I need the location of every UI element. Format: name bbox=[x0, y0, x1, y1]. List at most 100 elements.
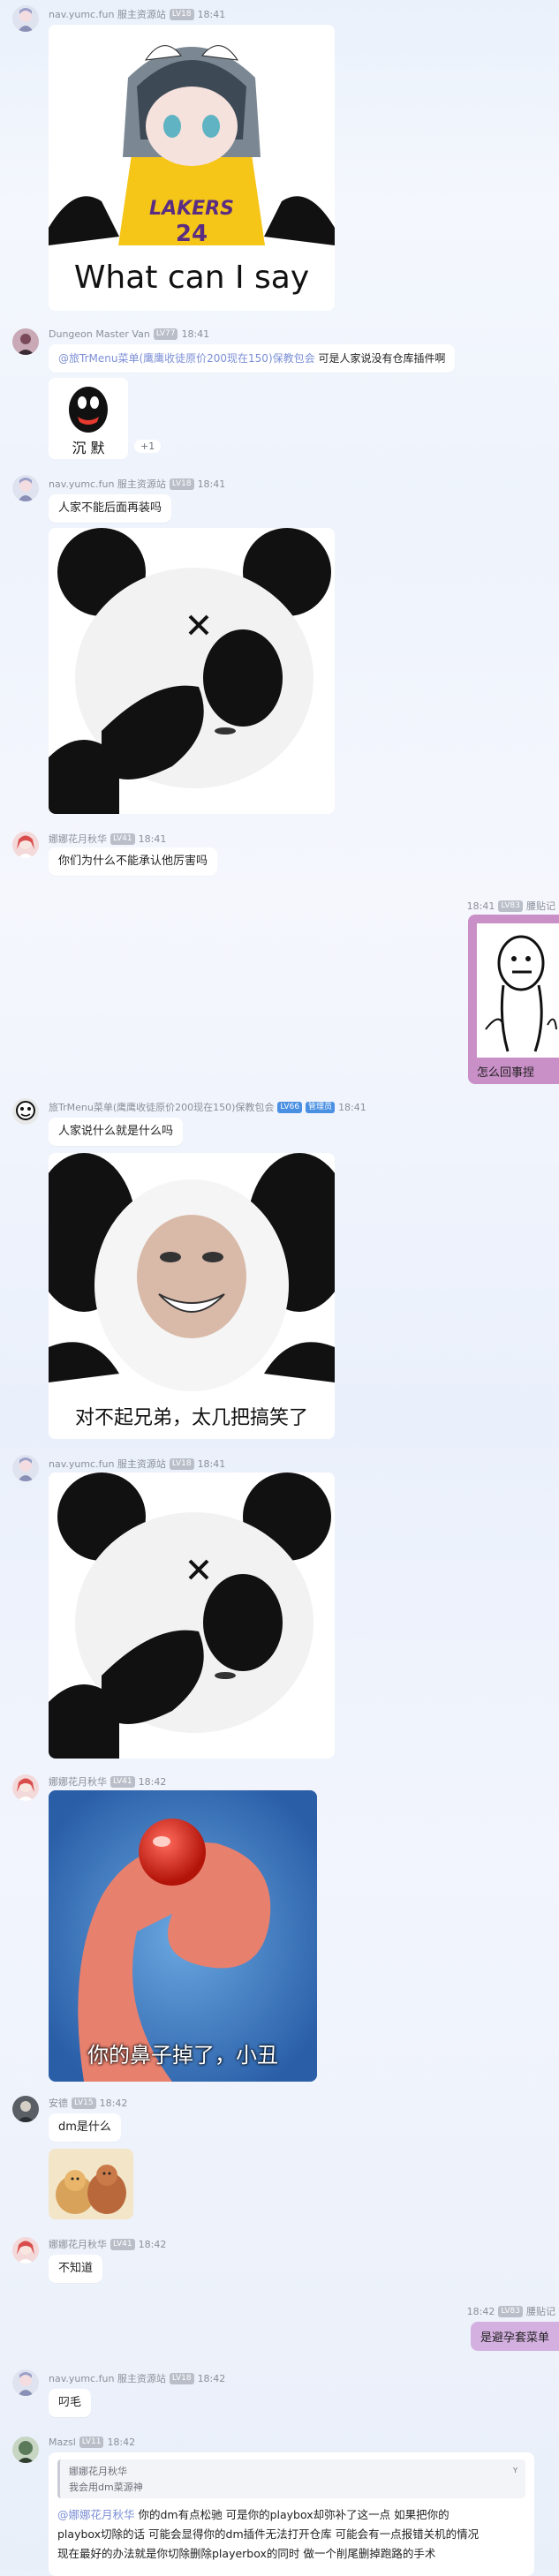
timestamp: 18:42 bbox=[107, 2437, 136, 2448]
message-text: 是避孕套菜单 bbox=[480, 2331, 549, 2345]
level-badge: LV83 bbox=[498, 900, 523, 912]
clown-nose-meme-image[interactable]: 你的鼻子掉了，小丑 bbox=[49, 1790, 317, 2082]
timestamp: 18:41 bbox=[138, 832, 167, 845]
message-text-line-3: 现在最好的办法就是你切除删除playerbox的同时 做一个削尾删掉跑路的手术 bbox=[57, 2547, 436, 2560]
timestamp: 18:41 bbox=[197, 478, 226, 490]
timestamp: 18:42 bbox=[466, 2305, 495, 2317]
avatar[interactable] bbox=[12, 1098, 39, 1125]
avatar[interactable] bbox=[12, 2369, 39, 2396]
sender-name[interactable]: nav.yumc.fun 服主资源站 bbox=[49, 7, 166, 21]
reply-bubble[interactable]: 娜娜花月秋华 我会用dm菜源神 ʏ @娜娜花月秋华 你的dm有点松驰 可是你的p… bbox=[49, 2452, 534, 2576]
text-bubble[interactable]: dm是什么 bbox=[49, 2113, 121, 2142]
image-message[interactable]: LAKERS 24 What can I say bbox=[49, 25, 335, 311]
sender-name[interactable]: nav.yumc.fun 服主资源站 bbox=[49, 1457, 166, 1471]
avatar[interactable] bbox=[12, 2437, 39, 2463]
message-text: 人家不能后面再装吗 bbox=[58, 501, 162, 515]
self-image-message[interactable]: 怎么回事捏 bbox=[468, 915, 559, 1084]
reply-text: @娜娜花月秋华 你的dm有点松驰 可是你的playbox却弥补了这一点 如果把你… bbox=[57, 2505, 525, 2564]
timestamp: 18:41 bbox=[338, 1101, 366, 1113]
level-badge: LV41 bbox=[110, 1775, 135, 1788]
timestamp: 18:42 bbox=[197, 2372, 226, 2384]
image-caption: 你的鼻子掉了，小丑 bbox=[87, 2043, 278, 2068]
sender-meta: nav.yumc.fun 服主资源站 LV18 18:41 bbox=[49, 7, 225, 21]
avatar[interactable] bbox=[12, 475, 39, 501]
sticker-message[interactable]: 沉 默 bbox=[49, 378, 128, 459]
avatar[interactable] bbox=[12, 2237, 39, 2263]
sender-meta: 娜娜花月秋华 LV41 18:42 bbox=[49, 2237, 166, 2251]
lakers-logo-text: LAKERS bbox=[149, 198, 234, 220]
timestamp: 18:41 bbox=[197, 8, 226, 20]
message-text: 人家说什么就是什么吗 bbox=[58, 1125, 174, 1138]
admin-badge: 管理员 bbox=[306, 1101, 336, 1113]
message-text-line-1: 你的dm有点松驰 可是你的playbox却弥补了这一点 如果把你的 bbox=[134, 2508, 449, 2521]
sender-meta: 娜娜花月秋华 LV41 18:42 bbox=[49, 1774, 166, 1789]
panda-face-meme-image[interactable]: 对不起兄弟，太几把搞笑了 bbox=[49, 1153, 335, 1439]
level-badge: LV18 bbox=[169, 2372, 194, 2384]
message-text: dm是什么 bbox=[58, 2120, 111, 2134]
sender-meta: nav.yumc.fun 服主资源站 LV18 18:42 bbox=[49, 2371, 225, 2385]
message-text: 不知道 bbox=[58, 2262, 94, 2275]
sender-name[interactable]: nav.yumc.fun 服主资源站 bbox=[49, 477, 166, 491]
sender-name[interactable]: 娜娜花月秋华 bbox=[49, 1774, 107, 1789]
text-bubble[interactable]: 你们为什么不能承认他厉害吗 bbox=[49, 847, 218, 876]
sender-name[interactable]: 娜娜花月秋华 bbox=[49, 2237, 107, 2251]
panda-meme-image[interactable] bbox=[49, 528, 335, 814]
avatar[interactable] bbox=[12, 328, 39, 355]
level-badge: LV18 bbox=[169, 8, 194, 20]
sender-name[interactable]: Mazsl bbox=[49, 2437, 76, 2448]
collapse-icon[interactable]: ʏ bbox=[512, 2464, 518, 2475]
message-text: 你们为什么不能承认他厉害吗 bbox=[58, 855, 208, 868]
reaction-count[interactable]: +1 bbox=[134, 440, 162, 453]
text-bubble[interactable]: 人家不能后面再装吗 bbox=[49, 494, 172, 523]
level-badge: LV15 bbox=[72, 2097, 96, 2109]
level-badge: LV41 bbox=[110, 2238, 135, 2250]
level-badge: LV66 bbox=[277, 1101, 303, 1113]
avatar[interactable] bbox=[12, 2096, 39, 2122]
image-caption: 怎么回事捏 bbox=[477, 1066, 535, 1080]
sender-name[interactable]: nav.yumc.fun 服主资源站 bbox=[49, 2371, 166, 2385]
avatar[interactable] bbox=[12, 1774, 39, 1801]
sender-meta: 旅TrMenu菜单(鹰鹰收徒原价200现在150)保教包会 LV66 管理员 1… bbox=[49, 1100, 366, 1114]
sender-name[interactable]: 娜娜花月秋华 bbox=[49, 832, 107, 846]
avatar[interactable] bbox=[12, 1455, 39, 1481]
sender-name[interactable]: 旅TrMenu菜单(鹰鹰收徒原价200现在150)保教包会 bbox=[49, 1100, 274, 1114]
level-badge: LV18 bbox=[169, 1457, 194, 1470]
timestamp: 18:41 bbox=[466, 900, 495, 912]
self-text-bubble[interactable]: 是避孕套菜单 bbox=[470, 2322, 559, 2351]
text-bubble[interactable]: 人家说什么就是什么吗 bbox=[49, 1118, 184, 1146]
text-bubble[interactable]: @旅TrMenu菜单(鹰鹰收徒原价200现在150)保教包会 可是人家说没有仓库… bbox=[49, 344, 456, 373]
mention[interactable]: @旅TrMenu菜单(鹰鹰收徒原价200现在150)保教包会 bbox=[58, 352, 315, 365]
image-caption: What can I say bbox=[73, 260, 310, 296]
timestamp: 18:42 bbox=[99, 2097, 128, 2109]
avatar[interactable] bbox=[12, 5, 39, 32]
sender-meta: nav.yumc.fun 服主资源站 LV18 18:41 bbox=[49, 1457, 225, 1471]
timestamp: 18:42 bbox=[138, 2238, 167, 2250]
image-caption: 对不起兄弟，太几把搞笑了 bbox=[74, 1407, 308, 1429]
sender-name[interactable]: 安德 bbox=[49, 2096, 68, 2110]
sender-meta: Dungeon Master Van LV77 18:41 bbox=[49, 328, 209, 340]
mention[interactable]: @娜娜花月秋华 bbox=[57, 2508, 135, 2521]
level-badge: LV77 bbox=[153, 328, 178, 340]
level-badge: LV11 bbox=[79, 2437, 104, 2448]
message-text-line-2: playbox切除的话 可能会显得你的dm插件无法打开仓库 可能会有一点报错关机… bbox=[57, 2527, 480, 2541]
sender-meta: 安德 LV15 18:42 bbox=[49, 2096, 127, 2110]
timestamp: 18:41 bbox=[197, 1457, 226, 1470]
timestamp: 18:42 bbox=[138, 1775, 167, 1788]
message-text: 可是人家说没有仓库插件啊 bbox=[314, 352, 446, 365]
panda-meme-image[interactable] bbox=[49, 1473, 335, 1759]
quoted-text: 我会用dm菜源神 bbox=[69, 2482, 143, 2493]
quoted-message[interactable]: 娜娜花月秋华 我会用dm菜源神 ʏ bbox=[57, 2459, 525, 2498]
sender-meta: Mazsl LV11 18:42 bbox=[49, 2437, 135, 2448]
quoted-sender: 娜娜花月秋华 bbox=[69, 2466, 127, 2477]
sender-name[interactable]: 腰贴记 bbox=[526, 899, 555, 913]
avatar[interactable] bbox=[12, 832, 39, 858]
sender-meta: 娜娜花月秋华 LV41 18:41 bbox=[49, 832, 166, 846]
sticker-message[interactable] bbox=[49, 2149, 133, 2219]
sender-name[interactable]: Dungeon Master Van bbox=[49, 328, 150, 340]
text-bubble[interactable]: 不知道 bbox=[49, 2255, 103, 2283]
sender-name[interactable]: 腰贴记 bbox=[526, 2304, 555, 2318]
timestamp: 18:41 bbox=[181, 328, 210, 340]
text-bubble[interactable]: 叼毛 bbox=[49, 2389, 92, 2417]
svg-text:24: 24 bbox=[176, 221, 208, 247]
sender-meta: 18:41 LV83 腰贴记 bbox=[467, 899, 555, 913]
